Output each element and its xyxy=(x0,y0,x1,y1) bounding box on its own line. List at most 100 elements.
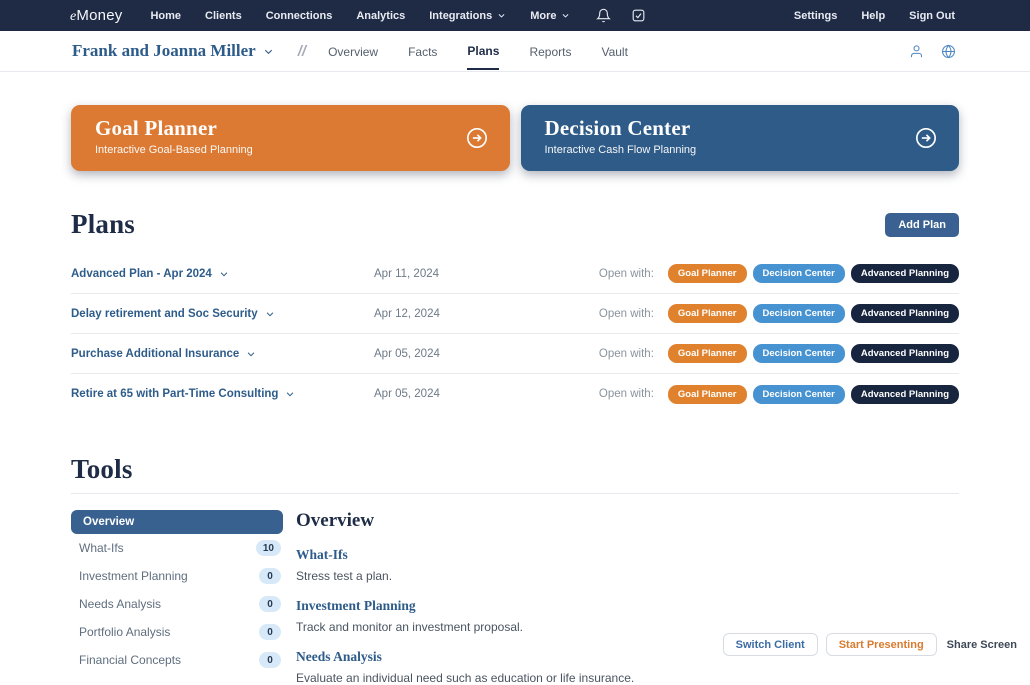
plan-row: Purchase Additional Insurance Apr 05, 20… xyxy=(71,334,959,374)
top-nav: eMoney Home Clients Connections Analytic… xyxy=(0,0,1030,31)
tasks-checkbox-icon[interactable] xyxy=(631,8,646,23)
tab-vault[interactable]: Vault xyxy=(601,33,627,69)
plan-name-dropdown[interactable]: Delay retirement and Soc Security xyxy=(71,308,374,320)
plan-name-label: Retire at 65 with Part-Time Consulting xyxy=(71,388,278,400)
count-badge: 0 xyxy=(259,652,281,668)
user-icon[interactable] xyxy=(909,44,924,59)
switch-client-button[interactable]: Switch Client xyxy=(723,633,818,656)
sidebar-item-overview[interactable]: Overview xyxy=(71,510,283,534)
plan-row: Retire at 65 with Part-Time Consulting A… xyxy=(71,374,959,414)
bell-icon[interactable] xyxy=(596,8,611,23)
open-with-decision-center-button[interactable]: Decision Center xyxy=(753,304,845,323)
nav-item-home[interactable]: Home xyxy=(150,10,181,22)
globe-icon[interactable] xyxy=(941,44,956,59)
chevron-down-icon xyxy=(219,269,229,279)
add-plan-button[interactable]: Add Plan xyxy=(885,213,959,237)
tab-plans[interactable]: Plans xyxy=(467,32,499,70)
nav-item-sign-out[interactable]: Sign Out xyxy=(909,10,955,22)
chevron-down-icon xyxy=(246,349,256,359)
open-with-goal-planner-button[interactable]: Goal Planner xyxy=(668,304,747,323)
plan-date: Apr 05, 2024 xyxy=(374,348,599,360)
tools-heading: Tools xyxy=(71,454,959,485)
nav-item-more-label: More xyxy=(530,10,556,22)
goal-planner-banner[interactable]: Goal Planner Interactive Goal-Based Plan… xyxy=(71,105,510,171)
open-with-label: Open with: xyxy=(599,308,654,320)
plan-row: Advanced Plan - Apr 2024 Apr 11, 2024 Op… xyxy=(71,254,959,294)
nav-item-analytics[interactable]: Analytics xyxy=(356,10,405,22)
sidebar-item-needs-analysis[interactable]: Needs Analysis 0 xyxy=(71,590,283,618)
tool-description: Evaluate an individual need such as educ… xyxy=(296,671,634,685)
count-badge: 10 xyxy=(256,540,281,556)
nav-item-integrations[interactable]: Integrations xyxy=(429,10,506,22)
decision-center-banner[interactable]: Decision Center Interactive Cash Flow Pl… xyxy=(521,105,960,171)
open-with-label: Open with: xyxy=(599,348,654,360)
sidebar-item-portfolio-analysis[interactable]: Portfolio Analysis 0 xyxy=(71,618,283,646)
open-with-label: Open with: xyxy=(599,388,654,400)
open-with-advanced-planning-button[interactable]: Advanced Planning xyxy=(851,385,959,404)
share-screen-label[interactable]: Share Screen xyxy=(947,639,1017,651)
open-with-advanced-planning-button[interactable]: Advanced Planning xyxy=(851,304,959,323)
banner-title: Goal Planner xyxy=(95,116,486,141)
banner-subtitle: Interactive Goal-Based Planning xyxy=(95,144,486,156)
chevron-down-icon xyxy=(265,309,275,319)
count-badge: 0 xyxy=(259,624,281,640)
open-with-advanced-planning-button[interactable]: Advanced Planning xyxy=(851,344,959,363)
arrow-right-circle-icon[interactable] xyxy=(915,127,937,149)
client-selector[interactable]: Frank and Joanna Miller xyxy=(72,41,274,61)
tools-divider xyxy=(71,493,959,494)
plan-name-dropdown[interactable]: Retire at 65 with Part-Time Consulting xyxy=(71,388,374,400)
chevron-down-icon xyxy=(561,11,570,20)
presentation-action-bar: Switch Client Start Presenting Share Scr… xyxy=(723,633,1017,656)
tools-overview-heading: Overview xyxy=(296,510,634,532)
tool-link-what-ifs[interactable]: What-Ifs xyxy=(296,547,634,563)
plan-date: Apr 05, 2024 xyxy=(374,388,599,400)
tool-link-needs-analysis[interactable]: Needs Analysis xyxy=(296,649,634,665)
breadcrumb-separator: // xyxy=(298,43,306,60)
tool-description: Stress test a plan. xyxy=(296,569,634,583)
sidebar-item-label: What-Ifs xyxy=(79,541,124,555)
client-name-label: Frank and Joanna Miller xyxy=(72,41,256,61)
arrow-right-circle-icon[interactable] xyxy=(466,127,488,149)
emoney-logo[interactable]: eMoney xyxy=(70,7,122,25)
client-nav: Frank and Joanna Miller // Overview Fact… xyxy=(0,31,1030,72)
banner-title: Decision Center xyxy=(545,116,936,141)
sidebar-item-financial-concepts[interactable]: Financial Concepts 0 xyxy=(71,646,283,674)
tab-reports[interactable]: Reports xyxy=(529,33,571,69)
banner-subtitle: Interactive Cash Flow Planning xyxy=(545,144,936,156)
nav-item-more[interactable]: More xyxy=(530,10,570,22)
nav-item-connections[interactable]: Connections xyxy=(266,10,333,22)
plan-name-dropdown[interactable]: Advanced Plan - Apr 2024 xyxy=(71,268,374,280)
tab-facts[interactable]: Facts xyxy=(408,33,437,69)
sidebar-item-what-ifs[interactable]: What-Ifs 10 xyxy=(71,534,283,562)
tool-description: Track and monitor an investment proposal… xyxy=(296,620,634,634)
tools-sidebar: Overview What-Ifs 10 Investment Planning… xyxy=(71,510,283,685)
tool-link-investment-planning[interactable]: Investment Planning xyxy=(296,598,634,614)
open-with-advanced-planning-button[interactable]: Advanced Planning xyxy=(851,264,959,283)
plan-name-label: Purchase Additional Insurance xyxy=(71,348,239,360)
plan-name-dropdown[interactable]: Purchase Additional Insurance xyxy=(71,348,374,360)
chevron-down-icon xyxy=(497,11,506,20)
nav-item-clients[interactable]: Clients xyxy=(205,10,242,22)
start-presenting-button[interactable]: Start Presenting xyxy=(826,633,937,656)
sidebar-item-label: Investment Planning xyxy=(79,569,188,583)
nav-item-integrations-label: Integrations xyxy=(429,10,492,22)
chevron-down-icon xyxy=(263,46,274,57)
logo-rest: Money xyxy=(76,7,122,24)
plan-name-label: Advanced Plan - Apr 2024 xyxy=(71,268,212,280)
open-with-decision-center-button[interactable]: Decision Center xyxy=(753,264,845,283)
chevron-down-icon xyxy=(285,389,295,399)
open-with-goal-planner-button[interactable]: Goal Planner xyxy=(668,385,747,404)
open-with-decision-center-button[interactable]: Decision Center xyxy=(753,344,845,363)
open-with-decision-center-button[interactable]: Decision Center xyxy=(753,385,845,404)
sidebar-item-investment-planning[interactable]: Investment Planning 0 xyxy=(71,562,283,590)
plans-heading: Plans xyxy=(71,209,135,240)
open-with-goal-planner-button[interactable]: Goal Planner xyxy=(668,264,747,283)
tab-overview[interactable]: Overview xyxy=(328,33,378,69)
open-with-goal-planner-button[interactable]: Goal Planner xyxy=(668,344,747,363)
main-content: Goal Planner Interactive Goal-Based Plan… xyxy=(0,105,1030,685)
sidebar-item-label: Financial Concepts xyxy=(79,653,181,667)
nav-item-help[interactable]: Help xyxy=(861,10,885,22)
nav-item-settings[interactable]: Settings xyxy=(794,10,837,22)
plans-table: Advanced Plan - Apr 2024 Apr 11, 2024 Op… xyxy=(71,254,959,414)
plan-date: Apr 12, 2024 xyxy=(374,308,599,320)
